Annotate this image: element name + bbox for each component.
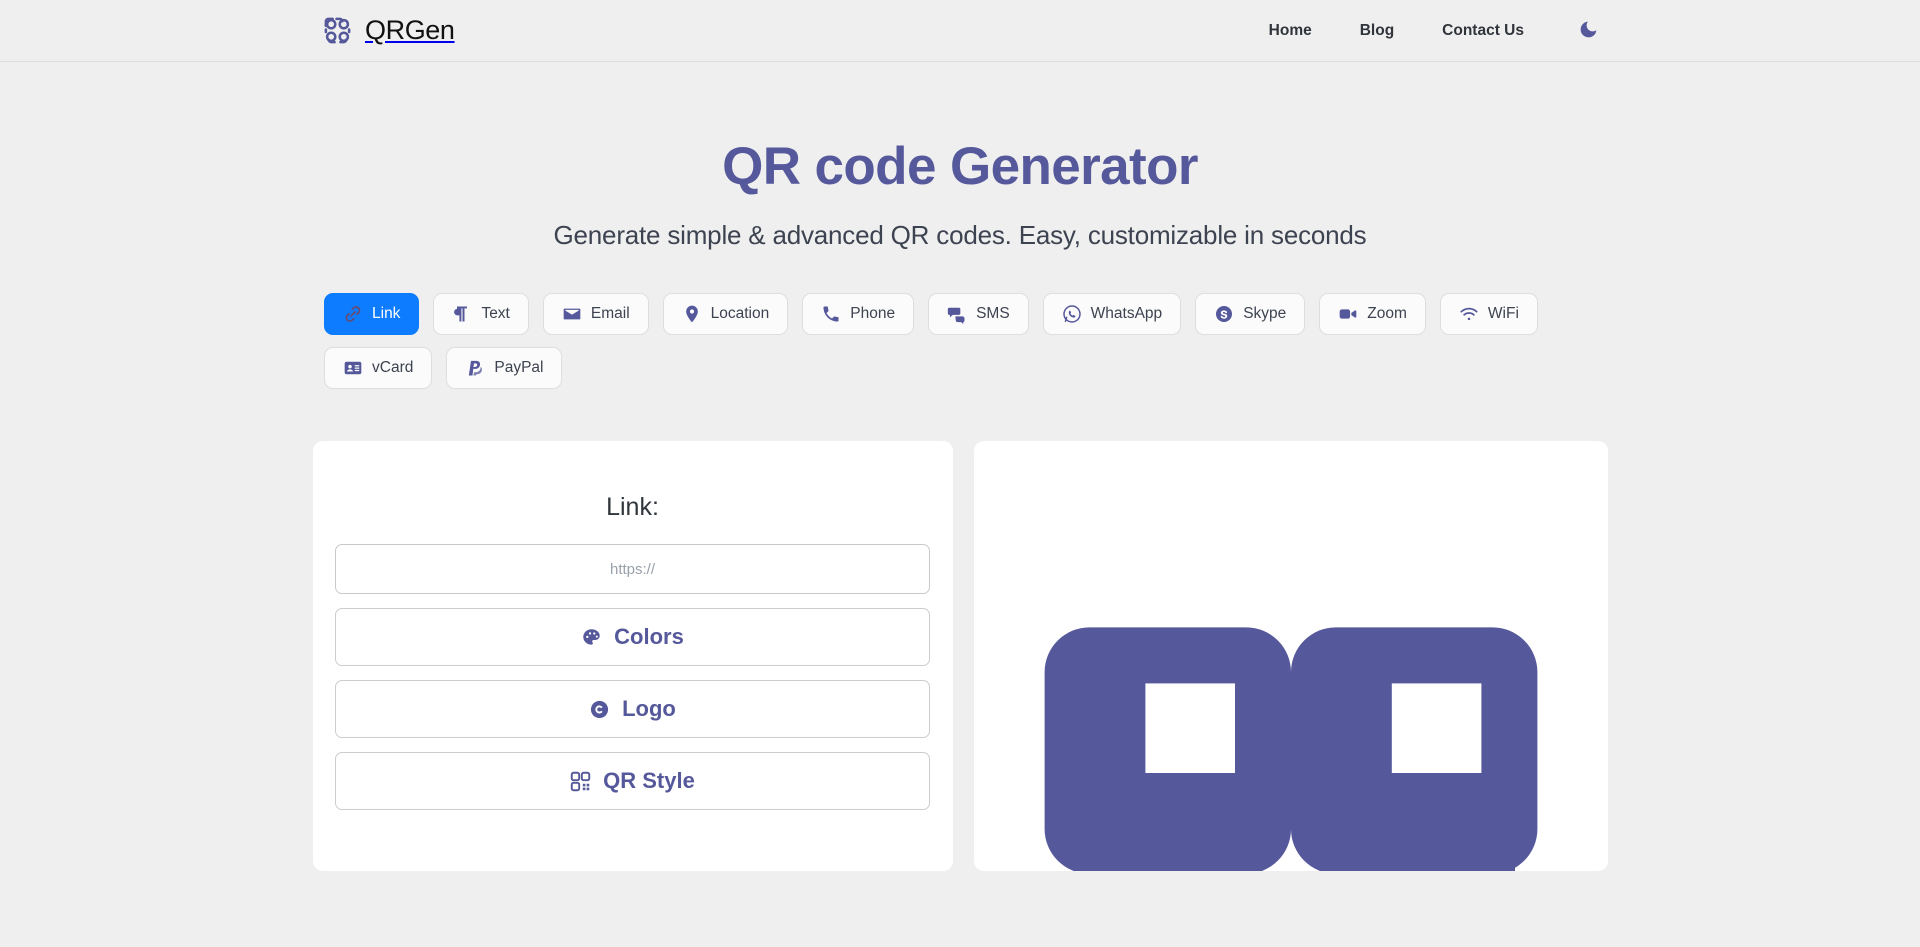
accordion-label: Colors bbox=[614, 624, 684, 650]
moon-icon bbox=[1578, 19, 1599, 43]
tab-zoom[interactable]: Zoom bbox=[1319, 293, 1426, 336]
tab-label: Link bbox=[372, 305, 401, 323]
main-nav: Home Blog Contact Us bbox=[1245, 19, 1600, 43]
tab-label: Phone bbox=[850, 305, 896, 323]
site-header: QRGen Home Blog Contact Us bbox=[0, 0, 1920, 62]
tab-label: SMS bbox=[976, 305, 1010, 323]
generator-panels: Link: Colors Logo bbox=[312, 441, 1608, 872]
link-field-label: Link: bbox=[606, 493, 659, 522]
tab-location[interactable]: Location bbox=[662, 293, 789, 336]
tab-whatsapp[interactable]: WhatsApp bbox=[1042, 293, 1182, 336]
tab-email[interactable]: Email bbox=[542, 293, 649, 336]
tab-label: Skype bbox=[1243, 305, 1287, 323]
map-pin-icon bbox=[682, 304, 702, 324]
copyright-circle-icon bbox=[589, 699, 610, 720]
tab-label: WhatsApp bbox=[1090, 305, 1163, 323]
brand-name: QRGen bbox=[365, 15, 455, 45]
accordion-label: QR Style bbox=[603, 768, 695, 794]
dark-mode-toggle-button[interactable] bbox=[1576, 19, 1600, 43]
page-subtitle: Generate simple & advanced QR codes. Eas… bbox=[553, 220, 1367, 251]
qr-style-section-toggle[interactable]: QR Style bbox=[335, 752, 930, 811]
colors-section-toggle[interactable]: Colors bbox=[335, 608, 930, 667]
qr-settings-card: Link: Colors Logo bbox=[312, 441, 953, 872]
tab-link[interactable]: Link bbox=[324, 293, 420, 336]
paragraph-icon bbox=[452, 304, 472, 324]
brand-logo[interactable]: QRGen bbox=[322, 15, 455, 46]
whatsapp-icon bbox=[1062, 304, 1082, 324]
tab-label: PayPal bbox=[494, 359, 544, 377]
tab-label: WiFi bbox=[1487, 305, 1519, 323]
tab-label: Email bbox=[590, 305, 630, 323]
link-input[interactable] bbox=[335, 544, 930, 595]
tab-skype[interactable]: Skype bbox=[1195, 293, 1306, 336]
tab-text[interactable]: Text bbox=[433, 293, 529, 336]
tab-label: Location bbox=[710, 305, 770, 323]
logo-section-toggle[interactable]: Logo bbox=[335, 680, 930, 739]
wifi-icon bbox=[1459, 304, 1479, 324]
tab-vcard[interactable]: vCard bbox=[324, 347, 433, 390]
video-camera-icon bbox=[1338, 304, 1358, 324]
qr-type-tab-list: Link Text Email Location Phone SMS Whats… bbox=[265, 293, 1655, 390]
tab-label: Text bbox=[481, 305, 510, 323]
tab-paypal[interactable]: PayPal bbox=[446, 347, 563, 390]
chat-bubbles-icon bbox=[947, 304, 967, 325]
tab-label: Zoom bbox=[1367, 305, 1407, 323]
phone-icon bbox=[821, 304, 841, 324]
tab-wifi[interactable]: WiFi bbox=[1439, 293, 1538, 336]
page-title: QR code Generator bbox=[722, 137, 1198, 196]
envelope-icon bbox=[562, 304, 582, 324]
qr-grid-logo-icon bbox=[322, 15, 353, 46]
palette-icon bbox=[581, 627, 602, 648]
qr-code-image bbox=[1044, 627, 1537, 872]
skype-icon bbox=[1214, 304, 1234, 324]
tab-sms[interactable]: SMS bbox=[928, 293, 1029, 336]
paypal-icon bbox=[465, 358, 485, 378]
tab-label: vCard bbox=[372, 359, 414, 377]
qr-code-preview[interactable] bbox=[1011, 549, 1571, 872]
nav-link-contact-us[interactable]: Contact Us bbox=[1418, 22, 1548, 40]
qr-grid-icon bbox=[570, 771, 591, 792]
tab-phone[interactable]: Phone bbox=[802, 293, 915, 336]
nav-link-blog[interactable]: Blog bbox=[1336, 22, 1418, 40]
nav-link-home[interactable]: Home bbox=[1245, 22, 1336, 40]
hero-section: QR code Generator Generate simple & adva… bbox=[0, 137, 1920, 251]
qr-preview-card bbox=[973, 441, 1608, 872]
accordion-label: Logo bbox=[622, 696, 676, 722]
link-chain-icon bbox=[343, 304, 363, 324]
contact-card-icon bbox=[343, 358, 363, 378]
